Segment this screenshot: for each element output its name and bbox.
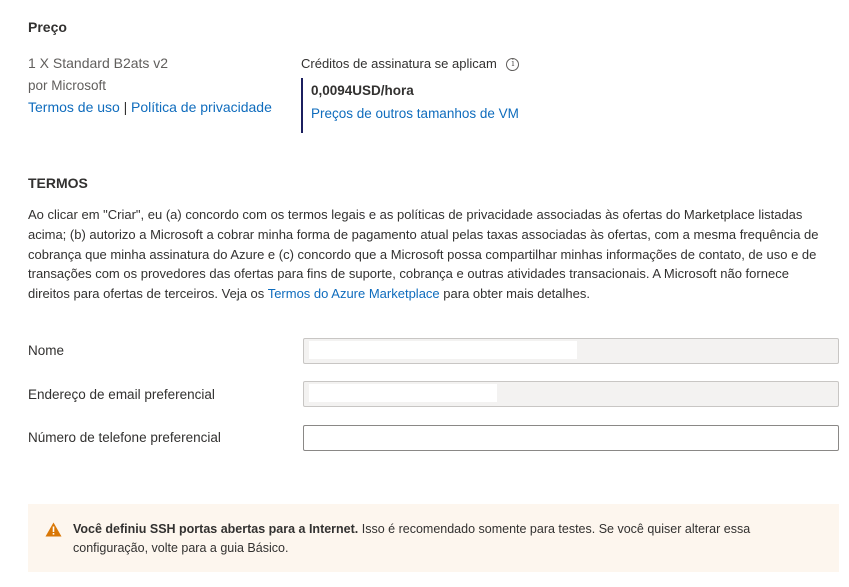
publisher-text: por Microsoft <box>28 78 107 93</box>
privacy-policy-link[interactable]: Política de privacidade <box>131 99 272 115</box>
warning-message: Você definiu SSH portas abertas para a I… <box>73 520 813 558</box>
price-heading: Preço <box>28 19 67 35</box>
name-label: Nome <box>28 343 65 358</box>
warning-bold-text: Você definiu SSH portas abertas para a I… <box>73 522 359 536</box>
phone-field[interactable] <box>303 425 839 451</box>
ssh-warning-banner: Você definiu SSH portas abertas para a I… <box>28 504 839 572</box>
terms-text-end: para obter mais detalhes. <box>443 286 590 302</box>
terms-of-use-link[interactable]: Termos de uso <box>28 99 120 115</box>
info-icon[interactable]: i <box>506 58 520 72</box>
price-amount: 0,0094USD/hora <box>311 83 414 98</box>
price-block: 0,0094USD/hora Preços de outros tamanhos… <box>301 78 563 133</box>
terms-heading: TERMOS <box>28 175 88 191</box>
links-row: Termos de uso | Política de privacidade <box>28 99 272 115</box>
credits-text: Créditos de assinatura se aplicam <box>301 56 497 71</box>
name-field[interactable] <box>303 338 839 364</box>
email-label: Endereço de email preferencial <box>28 387 215 402</box>
warning-triangle-icon <box>45 522 62 542</box>
credits-row: Créditos de assinatura se aplicam i <box>301 56 520 72</box>
azure-marketplace-terms-link[interactable]: Termos do Azure Marketplace <box>268 286 440 301</box>
terms-paragraph: Ao clicar em "Criar", eu (a) concordo co… <box>28 205 828 304</box>
email-field[interactable] <box>303 381 839 407</box>
links-separator: | <box>123 99 128 115</box>
redacted-name <box>309 341 577 359</box>
other-vm-sizes-link[interactable]: Preços de outros tamanhos de VM <box>311 106 519 121</box>
product-name: 1 X Standard B2ats v2 <box>28 55 169 71</box>
phone-label: Número de telefone preferencial <box>28 430 221 445</box>
redacted-email <box>309 384 497 402</box>
